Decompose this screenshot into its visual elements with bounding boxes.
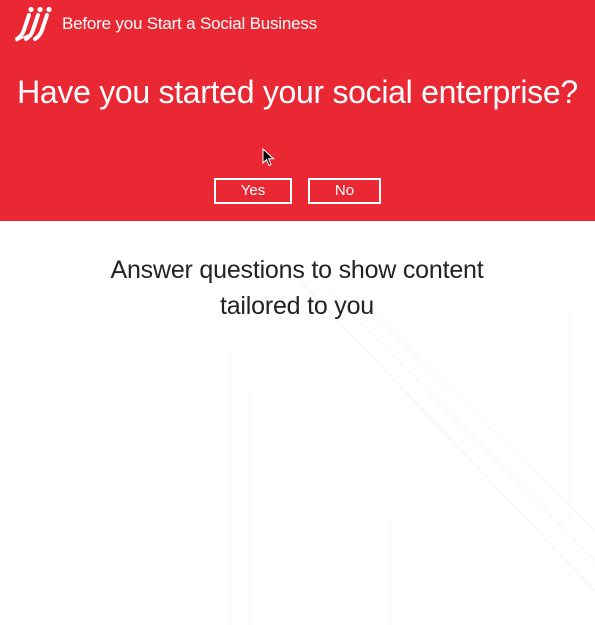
brand-title[interactable]: Before you Start a Social Business: [62, 6, 317, 42]
prompt-line-1: Answer questions to show content: [110, 256, 484, 284]
yes-button[interactable]: Yes: [214, 178, 292, 204]
answer-options: Yes No: [214, 178, 381, 204]
site-header: Before you Start a Social Business: [14, 6, 317, 42]
question-title: Have you started your social enterprise?: [17, 74, 578, 110]
mouse-cursor-icon: [262, 148, 275, 167]
brand-logo-icon[interactable]: [14, 6, 54, 42]
question-hero: Before you Start a Social Business Have …: [0, 0, 595, 221]
prompt-line-2: tailored to you: [219, 292, 375, 320]
no-button[interactable]: No: [308, 178, 381, 204]
content-prompt: Answer questions to show content tailore…: [47, 252, 547, 324]
